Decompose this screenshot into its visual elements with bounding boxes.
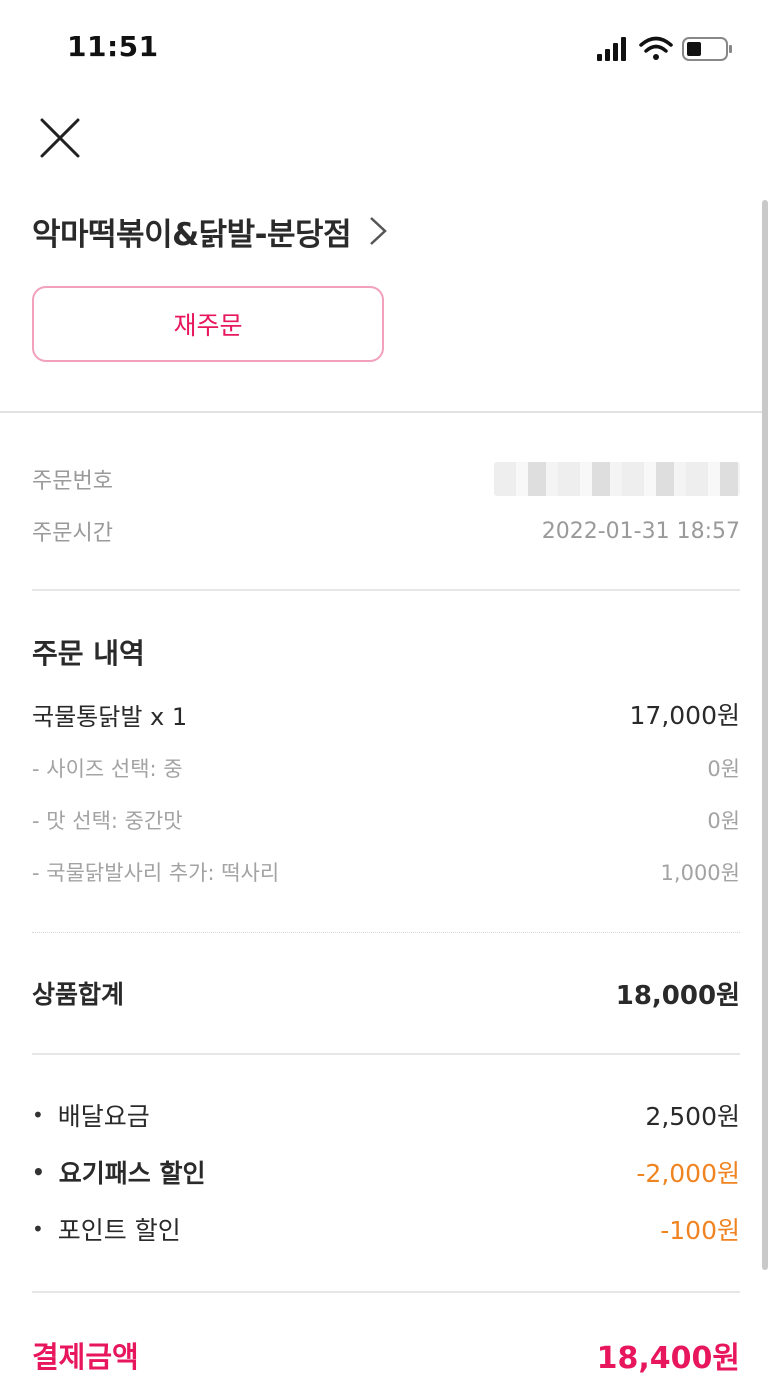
fee-row: • 요기패스 할인 -2,000원 xyxy=(32,1151,740,1193)
wifi-icon xyxy=(639,36,673,60)
total-row: 결제금액 18,400원 xyxy=(32,1332,740,1378)
option-price: 0원 xyxy=(707,809,740,833)
bullet: • xyxy=(32,1217,44,1241)
fee-row: • 포인트 할인 -100원 xyxy=(32,1208,740,1250)
order-details-title: 주문 내역 xyxy=(32,637,145,670)
store-link[interactable]: 악마떡볶이&닭발-분당점 xyxy=(32,206,389,256)
order-time-row: 주문시간 2022-01-31 18:57 xyxy=(32,511,740,551)
store-name: 악마떡볶이&닭발-분당점 xyxy=(32,216,352,253)
item-name: 국물통닭발 x 1 xyxy=(32,702,188,731)
option-label: - 국물닭발사리 추가: 떡사리 xyxy=(32,861,280,885)
fee-value: 2,500원 xyxy=(645,1102,740,1131)
chevron-right-icon xyxy=(370,217,387,245)
option-price: 0원 xyxy=(707,757,740,781)
order-item-row: 국물통닭발 x 1 17,000원 xyxy=(32,694,740,734)
fee-value: -100원 xyxy=(660,1216,740,1245)
status-icons xyxy=(597,36,732,61)
divider xyxy=(32,1053,740,1055)
option-row: - 맛 선택: 중간맛 0원 xyxy=(32,802,740,838)
fee-value: -2,000원 xyxy=(636,1159,740,1188)
bullet: • xyxy=(32,1103,44,1127)
bullet: • xyxy=(32,1160,45,1184)
option-row: - 국물닭발사리 추가: 떡사리 1,000원 xyxy=(32,854,740,890)
subtotal-row: 상품합계 18,000원 xyxy=(32,972,740,1014)
subtotal-value: 18,000원 xyxy=(615,980,740,1011)
battery-icon xyxy=(682,37,732,61)
order-time-value: 2022-01-31 18:57 xyxy=(541,518,740,544)
divider xyxy=(32,589,740,591)
dotted-divider xyxy=(32,932,740,933)
close-button[interactable] xyxy=(36,114,84,162)
section-divider xyxy=(0,411,764,413)
option-label: - 맛 선택: 중간맛 xyxy=(32,809,183,833)
subtotal-label: 상품합계 xyxy=(32,980,125,1009)
item-price: 17,000원 xyxy=(629,701,740,730)
fee-label: 배달요금 xyxy=(57,1102,150,1131)
order-number-blurred xyxy=(494,462,740,496)
option-label: - 사이즈 선택: 중 xyxy=(32,757,183,781)
order-number-label: 주문번호 xyxy=(32,469,113,494)
option-price: 1,000원 xyxy=(660,861,740,885)
option-row: - 사이즈 선택: 중 0원 xyxy=(32,750,740,786)
order-number-row: 주문번호 xyxy=(32,459,740,499)
scrollbar[interactable] xyxy=(762,200,768,1270)
total-value: 18,400원 xyxy=(596,1341,740,1376)
divider xyxy=(32,1291,740,1293)
close-icon xyxy=(40,118,80,158)
signal-icon xyxy=(597,37,626,61)
fee-label: 포인트 할인 xyxy=(57,1216,181,1245)
fee-row: • 배달요금 2,500원 xyxy=(32,1094,740,1136)
total-label: 결제금액 xyxy=(32,1340,139,1374)
fee-label: 요기패스 할인 xyxy=(58,1159,206,1188)
reorder-button[interactable]: 재주문 xyxy=(32,286,384,362)
status-time: 11:51 xyxy=(67,30,159,63)
order-time-label: 주문시간 xyxy=(32,521,113,546)
